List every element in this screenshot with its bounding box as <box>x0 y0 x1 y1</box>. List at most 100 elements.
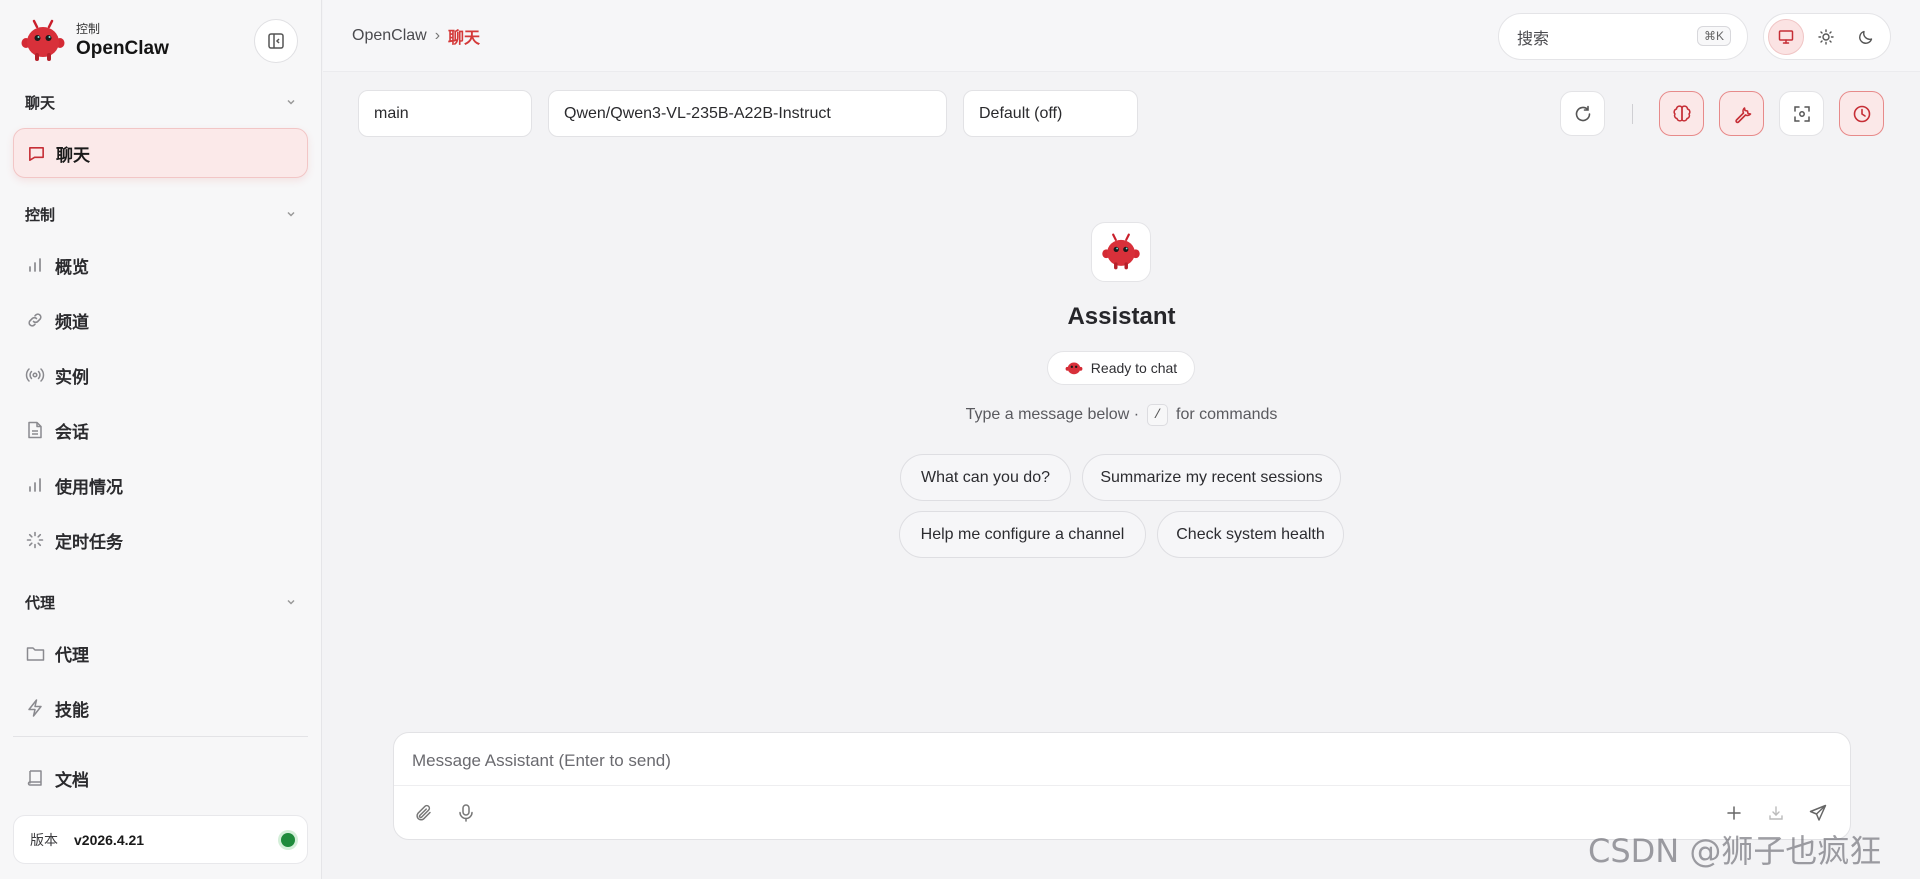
sidebar-item-skills[interactable]: 技能 <box>13 683 308 733</box>
export-button[interactable] <box>1764 801 1788 825</box>
search-input[interactable]: 搜索 ⌘K <box>1498 13 1748 60</box>
thinking-select[interactable]: Default (off) <box>963 90 1138 137</box>
message-composer[interactable]: Message Assistant (Enter to send) <box>393 732 1851 840</box>
sidebar-item-chat[interactable]: 聊天 <box>13 128 308 178</box>
suggestion-chip[interactable]: Check system health <box>1157 511 1344 558</box>
message-input-placeholder: Message Assistant (Enter to send) <box>412 751 671 770</box>
sidebar-item-label: 概览 <box>55 257 89 277</box>
sidebar-item-label: 聊天 <box>56 145 90 165</box>
chevron-down-icon <box>287 599 295 605</box>
section-chat-header[interactable]: 聊天 <box>25 91 297 113</box>
loader-icon <box>26 531 44 549</box>
bar-chart-icon <box>29 478 41 492</box>
suggestion-chip[interactable]: What can you do? <box>900 454 1071 501</box>
voice-input-button[interactable] <box>454 801 478 825</box>
brain-icon <box>1672 104 1691 122</box>
version-label: 版本 <box>30 831 58 848</box>
sidebar-item-channels[interactable]: 频道 <box>13 295 308 345</box>
suggestion-chip[interactable]: Summarize my recent sessions <box>1082 454 1341 501</box>
sidebar-item-overview[interactable]: 概览 <box>13 240 308 290</box>
download-icon <box>1769 806 1783 820</box>
focus-mode-button[interactable] <box>1779 91 1824 136</box>
theme-switcher <box>1763 13 1891 60</box>
toolbar-separator <box>1632 104 1633 124</box>
refresh-icon <box>1575 105 1590 121</box>
brand-title: OpenClaw <box>76 38 169 59</box>
status-badge: Ready to chat <box>1047 351 1195 385</box>
brand[interactable]: 控制 OpenClaw <box>20 18 169 64</box>
sidebar-divider <box>13 736 308 737</box>
search-shortcut: ⌘K <box>1696 26 1731 46</box>
sidebar: 控制 OpenClaw 聊天 聊天 控制 概览 频道 实例 会话 使用情况 定时… <box>0 0 322 879</box>
moon-icon <box>1859 30 1873 44</box>
refresh-button[interactable] <box>1560 91 1605 136</box>
breadcrumb-separator: › <box>434 27 441 44</box>
sidebar-item-label: 定时任务 <box>55 532 123 552</box>
thinking-select-value: Default (off) <box>979 104 1063 122</box>
paperclip-icon <box>416 804 431 821</box>
sidebar-item-scheduled-tasks[interactable]: 定时任务 <box>13 515 308 565</box>
attach-button[interactable] <box>412 801 436 825</box>
panel-left-icon <box>268 33 284 49</box>
section-label: 聊天 <box>25 94 56 112</box>
sidebar-item-instances[interactable]: 实例 <box>13 350 308 400</box>
section-label: 控制 <box>25 206 56 224</box>
command-hint: Type a message below · / for commands <box>323 404 1920 426</box>
sidebar-item-label: 使用情况 <box>55 477 123 497</box>
sidebar-item-sessions[interactable]: 会话 <box>13 405 308 455</box>
hint-before: Type a message below · <box>965 406 1140 423</box>
suggestion-chip[interactable]: Help me configure a channel <box>899 511 1146 558</box>
section-label: 代理 <box>25 594 56 612</box>
search-placeholder: 搜索 <box>1517 30 1550 48</box>
theme-light-button[interactable] <box>1808 19 1844 55</box>
openclaw-logo-icon <box>1102 233 1140 270</box>
sidebar-item-label: 实例 <box>55 367 89 387</box>
thinking-toggle-button[interactable] <box>1659 91 1704 136</box>
suggestion-label: Summarize my recent sessions <box>1100 468 1323 486</box>
send-button[interactable] <box>1806 801 1830 825</box>
chevron-down-icon <box>287 99 295 105</box>
openclaw-logo-icon <box>21 19 65 61</box>
composer-divider <box>394 785 1850 786</box>
section-control-header[interactable]: 控制 <box>25 203 297 225</box>
status-text: Ready to chat <box>1090 360 1178 376</box>
folder-icon <box>26 646 44 661</box>
history-button[interactable] <box>1839 91 1884 136</box>
message-square-icon <box>28 146 44 161</box>
theme-dark-button[interactable] <box>1848 19 1884 55</box>
breadcrumb-current: 聊天 <box>448 30 481 47</box>
sidebar-item-docs[interactable]: 文档 <box>13 753 308 803</box>
assistant-avatar <box>1091 222 1151 282</box>
sidebar-item-usage[interactable]: 使用情况 <box>13 460 308 510</box>
sidebar-item-agents[interactable]: 代理 <box>13 628 308 678</box>
send-icon <box>1809 804 1827 821</box>
sun-icon <box>1818 28 1834 45</box>
openclaw-logo-icon <box>1065 362 1083 375</box>
sidebar-collapse-button[interactable] <box>254 19 298 63</box>
watermark: CSDN @狮子也疯狂 <box>1588 832 1882 870</box>
plus-icon <box>1727 806 1741 820</box>
theme-system-button[interactable] <box>1768 18 1804 55</box>
top-bar: OpenClaw › 聊天 搜索 ⌘K <box>323 0 1920 72</box>
section-agent-header[interactable]: 代理 <box>25 591 297 613</box>
clock-icon <box>1853 105 1870 122</box>
tools-toggle-button[interactable] <box>1719 91 1764 136</box>
chevron-down-icon <box>287 211 295 217</box>
zap-icon <box>28 699 42 717</box>
new-session-button[interactable] <box>1722 801 1746 825</box>
link-icon <box>28 313 42 327</box>
scan-icon <box>1793 105 1810 122</box>
suggestion-label: What can you do? <box>921 468 1050 486</box>
breadcrumb-root[interactable]: OpenClaw <box>352 27 427 45</box>
bar-chart-icon <box>29 258 41 272</box>
book-icon <box>27 770 42 786</box>
model-select[interactable]: Qwen/Qwen3-VL-235B-A22B-Instruct <box>548 90 947 137</box>
status-indicator <box>281 833 295 847</box>
radio-icon <box>25 368 45 382</box>
monitor-icon <box>1778 29 1794 44</box>
suggestion-label: Check system health <box>1176 525 1325 543</box>
breadcrumb: OpenClaw › 聊天 <box>352 24 480 48</box>
agent-select[interactable]: main <box>358 90 532 137</box>
sidebar-item-label: 会话 <box>55 422 89 442</box>
agent-select-value: main <box>374 104 409 122</box>
